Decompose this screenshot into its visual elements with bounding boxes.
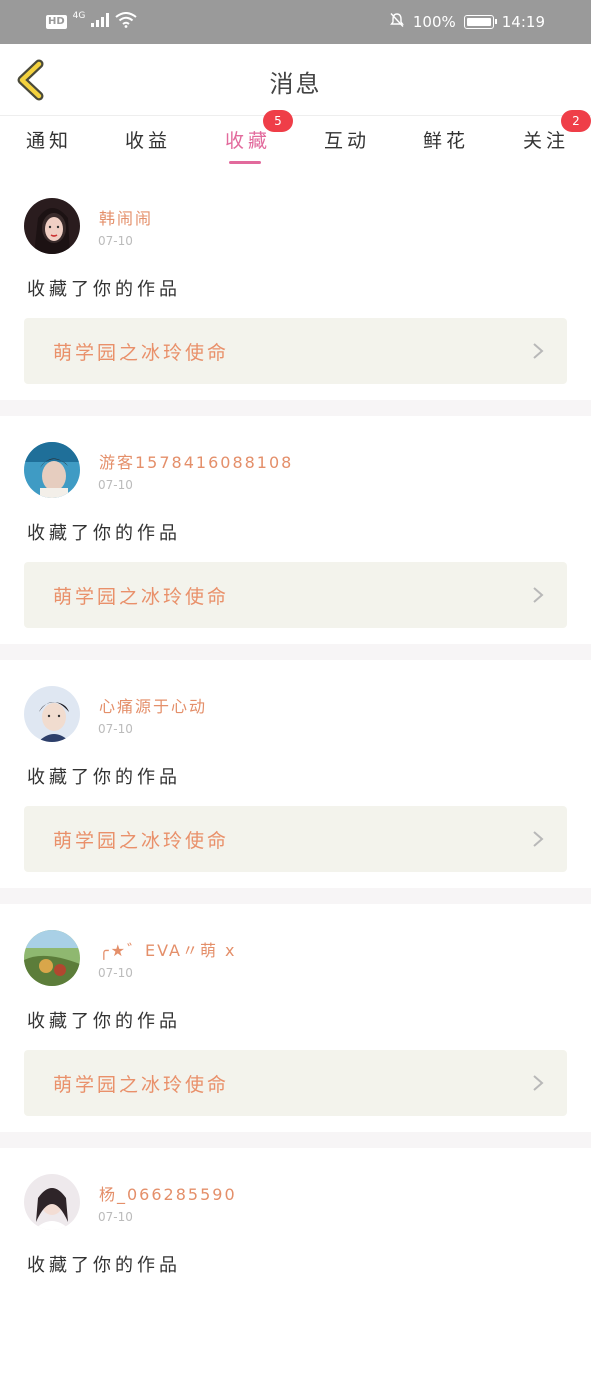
list-item: ╭★゛EVA〃萌 x 07-10 收藏了你的作品 萌学园之冰玲使命 xyxy=(0,904,591,1132)
nav-bar: 消息 xyxy=(0,44,591,116)
chevron-right-icon xyxy=(533,831,544,847)
avatar[interactable] xyxy=(24,686,80,742)
network-type: 4G xyxy=(72,11,86,21)
status-bar: HD 4G 100% 14:19 xyxy=(0,0,591,44)
wifi-icon xyxy=(115,12,137,32)
tab-flowers[interactable]: 鲜花 xyxy=(423,126,469,153)
active-tab-indicator xyxy=(229,161,261,164)
work-link[interactable]: 萌学园之冰玲使命 xyxy=(24,318,567,384)
divider xyxy=(0,888,591,904)
action-text: 收藏了你的作品 xyxy=(27,1255,181,1276)
work-link[interactable]: 萌学园之冰玲使命 xyxy=(24,1050,567,1116)
status-left: HD 4G xyxy=(46,11,137,32)
divider xyxy=(0,400,591,416)
username: 游客1578416088108 xyxy=(99,453,294,472)
list-item: 心痛源于心动 07-10 收藏了你的作品 萌学园之冰玲使命 xyxy=(0,660,591,888)
divider xyxy=(0,644,591,660)
avatar[interactable] xyxy=(24,198,80,254)
action-text: 收藏了你的作品 xyxy=(27,1011,181,1032)
tab-favorites[interactable]: 收藏 xyxy=(225,126,271,153)
page-title: 消息 xyxy=(269,70,322,98)
list-item: 游客1578416088108 07-10 收藏了你的作品 萌学园之冰玲使命 xyxy=(0,416,591,644)
date: 07-10 xyxy=(98,722,133,736)
username: 杨_066285590 xyxy=(99,1185,237,1204)
clock: 14:19 xyxy=(501,13,545,31)
work-title: 萌学园之冰玲使命 xyxy=(53,586,230,608)
action-text: 收藏了你的作品 xyxy=(27,279,181,300)
date: 07-10 xyxy=(98,234,133,248)
chevron-right-icon xyxy=(533,343,544,359)
username: ╭★゛EVA〃萌 x xyxy=(99,941,237,960)
work-title: 萌学园之冰玲使命 xyxy=(53,830,230,852)
date: 07-10 xyxy=(98,478,133,492)
tab-notifications[interactable]: 通知 xyxy=(26,126,72,153)
work-link[interactable]: 萌学园之冰玲使命 xyxy=(24,806,567,872)
divider xyxy=(0,1132,591,1148)
chevron-right-icon xyxy=(533,587,544,603)
tab-follows[interactable]: 关注 xyxy=(523,126,569,153)
tab-bar: 通知 收益 收藏 互动 鲜花 关注 5 2 xyxy=(0,110,591,172)
action-text: 收藏了你的作品 xyxy=(27,767,181,788)
hd-badge: HD xyxy=(46,15,67,29)
tab-interactions[interactable]: 互动 xyxy=(324,126,370,153)
work-title: 萌学园之冰玲使命 xyxy=(53,342,230,364)
tab-earnings[interactable]: 收益 xyxy=(125,126,171,153)
avatar[interactable] xyxy=(24,930,80,986)
signal-icon xyxy=(91,13,110,31)
date: 07-10 xyxy=(98,966,133,980)
chevron-right-icon xyxy=(533,1075,544,1091)
favorites-feed: 韩闹闹 07-10 收藏了你的作品 萌学园之冰玲使命 游客15784160881… xyxy=(0,172,591,1376)
action-text: 收藏了你的作品 xyxy=(27,523,181,544)
status-right: 100% 14:19 xyxy=(389,12,545,32)
battery-icon xyxy=(463,15,497,29)
list-item: 韩闹闹 07-10 收藏了你的作品 萌学园之冰玲使命 xyxy=(0,172,591,400)
work-title: 萌学园之冰玲使命 xyxy=(53,1074,230,1096)
follows-badge: 2 xyxy=(561,110,591,132)
date: 07-10 xyxy=(98,1210,133,1224)
username: 心痛源于心动 xyxy=(99,697,208,716)
favorites-badge: 5 xyxy=(263,110,293,132)
battery-percent: 100% xyxy=(412,13,456,31)
bell-muted-icon xyxy=(389,12,405,32)
work-link[interactable]: 萌学园之冰玲使命 xyxy=(24,562,567,628)
avatar[interactable] xyxy=(24,1174,80,1230)
avatar[interactable] xyxy=(24,442,80,498)
username: 韩闹闹 xyxy=(99,209,154,228)
list-item: 杨_066285590 07-10 收藏了你的作品 xyxy=(0,1148,591,1376)
